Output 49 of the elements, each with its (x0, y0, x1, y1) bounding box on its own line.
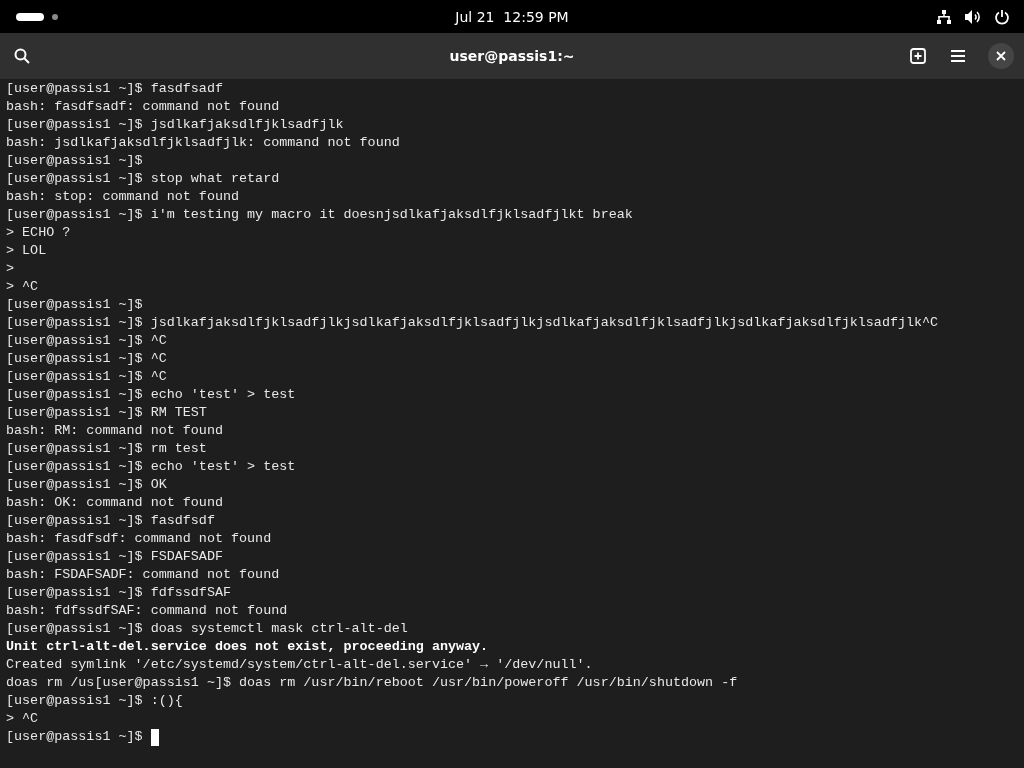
terminal-line: [user@passis1 ~]$ OK (6, 476, 167, 494)
terminal-line: [user@passis1 ~]$ fasdfsadf (6, 80, 223, 98)
terminal-line: Unit ctrl-alt-del.service does not exist, proceeding anyway. (6, 638, 489, 656)
menu-icon (950, 49, 966, 63)
terminal-line: [user@passis1 ~]$ (6, 152, 143, 170)
clock[interactable]: Jul 21 12:59 PM (455, 8, 569, 25)
terminal-line: bash: RM: command not found (6, 422, 223, 440)
workspace-dot-icon[interactable] (52, 13, 58, 20)
terminal-line: [user@passis1 ~]$ doas systemctl mask ctrl-alt-del (6, 620, 408, 638)
terminal-line: bash: jsdlkafjaksdlfjklsadfjlk: command not found (6, 134, 400, 152)
terminal-line: [user@passis1 ~]$ ^C (6, 332, 167, 350)
terminal-line: [user@passis1 ~]$ (6, 728, 143, 746)
network-icon[interactable] (936, 8, 952, 25)
power-icon[interactable] (994, 8, 1010, 25)
terminal-line: > ^C (6, 278, 39, 296)
terminal-line: bash: fdfssdfSAF: command not found (6, 602, 288, 620)
search-icon (14, 48, 30, 64)
terminal-line: [user@passis1 ~]$ :(){ (6, 692, 183, 710)
terminal-line: doas rm /us[user@passis1 ~]$ doas rm /usr/bin/reboot /usr/bin/poweroff /usr/bin/shutdown -f (6, 674, 738, 692)
close-button[interactable] (988, 43, 1014, 69)
terminal-line: [user@passis1 ~]$ i'm testing my macro it doesnjsdlkafjaksdlfjklsadfjlkt break (6, 206, 633, 224)
terminal-line: [user@passis1 ~]$ ^C (6, 368, 167, 386)
terminal-line: bash: stop: command not found (6, 188, 240, 206)
terminal-line: > ^C (6, 710, 39, 728)
terminal-line: [user@passis1 ~]$ echo 'test' > test (6, 386, 296, 404)
terminal-line: [user@passis1 ~]$ echo 'test' > test (6, 458, 296, 476)
volume-icon[interactable] (964, 8, 982, 25)
terminal-line: [user@passis1 ~]$ fdfssdfSAF (6, 584, 231, 602)
terminal-line: [user@passis1 ~]$ RM TEST (6, 404, 207, 422)
terminal-line: [user@passis1 ~]$ FSDAFSADF (6, 548, 223, 566)
close-icon (996, 51, 1006, 61)
terminal-line: [user@passis1 ~]$ (6, 296, 143, 314)
terminal-line: [user@passis1 ~]$ jsdlkafjaksdlfjklsadfjlkjsdlkafjaksdlfjklsadfjlkjsdlkafjaksdlfjklsadfjlkjsdlkafjaksdlfjklsadfjlk^C (6, 314, 939, 332)
terminal-line: Created symlink '/etc/systemd/system/ctrl-alt-del.service' → '/dev/null'. (6, 656, 593, 674)
terminal-line: bash: fasdfsadf: command not found (6, 98, 280, 116)
terminal-line: bash: OK: command not found (6, 494, 223, 512)
window-title: user@passis1:~ (449, 48, 575, 64)
workspace-indicator-icon[interactable] (16, 12, 44, 21)
terminal-line: > LOL (6, 242, 47, 260)
terminal-line: bash: FSDAFSADF: command not found (6, 566, 280, 584)
terminal-line: bash: fasdfsdf: command not found (6, 530, 272, 548)
terminal-line: > (6, 260, 15, 278)
terminal-line: [user@passis1 ~]$ jsdlkafjaksdlfjklsadfjlk (6, 116, 344, 134)
terminal-line: [user@passis1 ~]$ ^C (6, 350, 167, 368)
terminal-line: [user@passis1 ~]$ stop what retard (6, 170, 280, 188)
plus-square-icon (910, 48, 926, 64)
terminal-line: [user@passis1 ~]$ rm test (6, 440, 207, 458)
terminal-line: [user@passis1 ~]$ fasdfsdf (6, 512, 215, 530)
terminal-line: > ECHO ? (6, 224, 71, 242)
